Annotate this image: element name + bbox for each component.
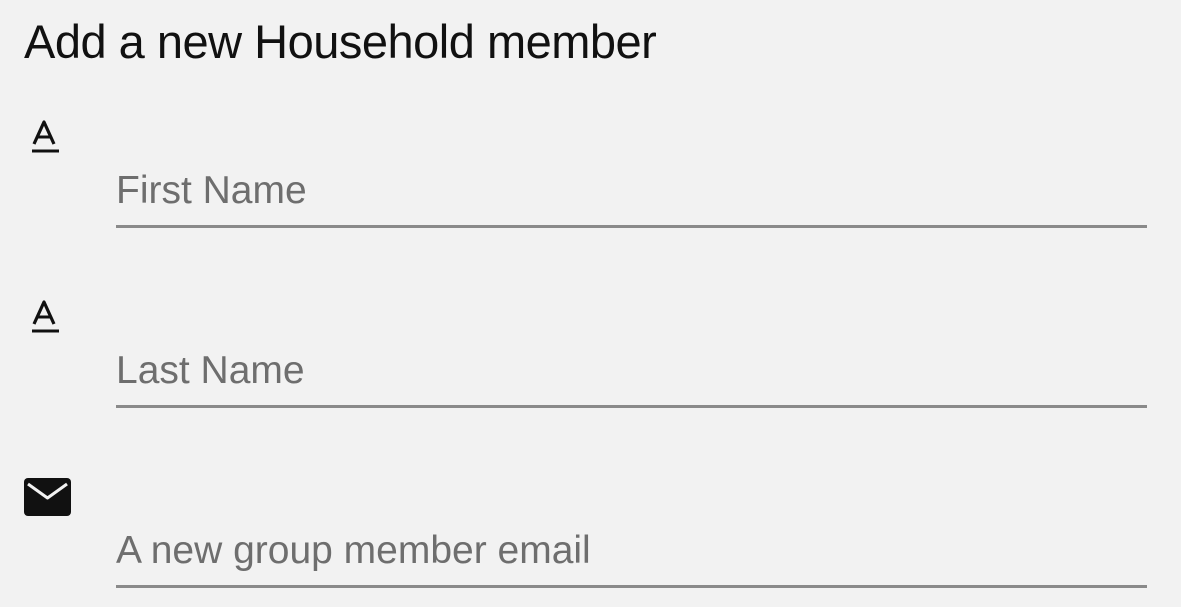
text-format-icon xyxy=(32,300,59,333)
email-field[interactable] xyxy=(116,528,1147,588)
first-name-field[interactable] xyxy=(116,168,1147,228)
last-name-field[interactable] xyxy=(116,348,1147,408)
text-format-icon xyxy=(32,120,59,153)
mail-icon xyxy=(24,478,71,516)
form-title: Add a new Household member xyxy=(24,15,657,68)
